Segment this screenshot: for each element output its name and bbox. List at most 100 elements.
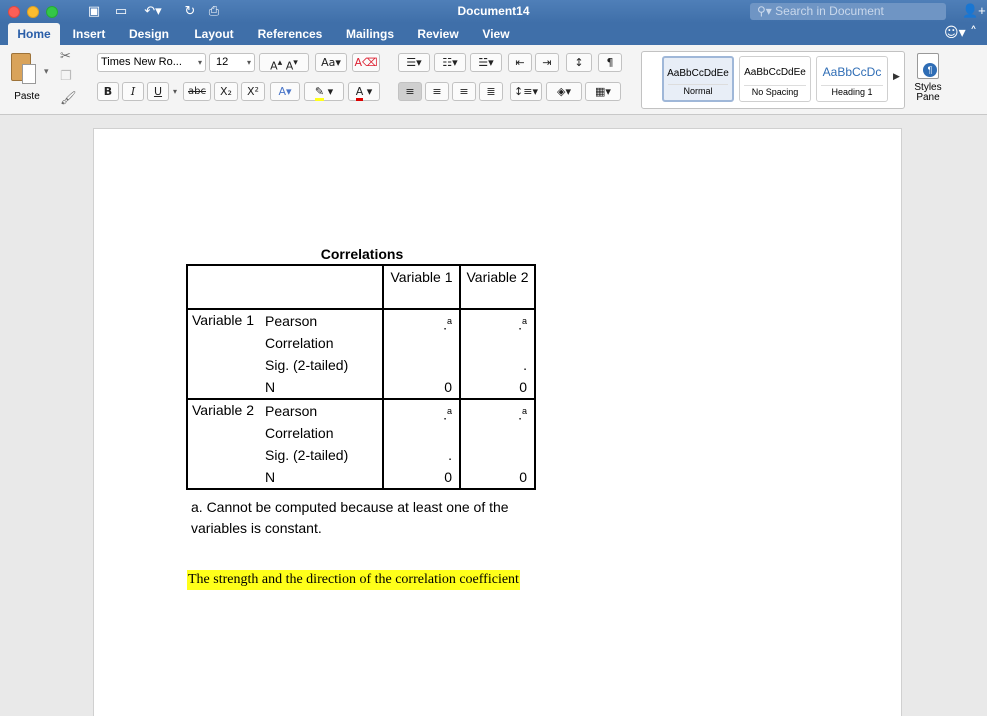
styles-gallery: AaBbCcDdEe Normal AaBbCcDdEe No Spacing … — [641, 51, 905, 109]
borders-icon[interactable]: ▦▾ — [585, 82, 621, 101]
styles-more-arrow-icon[interactable]: ▶ — [893, 72, 900, 82]
clear-formatting-icon[interactable]: A⌫ — [352, 53, 380, 72]
font-name-value: Times New Ro... — [101, 56, 182, 68]
numbering-icon[interactable]: ☷▾ — [434, 53, 466, 72]
copy-icon[interactable]: ❐ — [60, 69, 72, 84]
table-cell: 0 — [383, 376, 461, 399]
row-label: Variable 1 — [186, 308, 263, 399]
justify-icon[interactable]: ≣ — [479, 82, 503, 101]
style-name: No Spacing — [744, 85, 806, 98]
bold-button[interactable]: B — [97, 82, 119, 101]
underline-button[interactable]: U — [147, 82, 169, 101]
smiley-feedback-icon[interactable]: ☺▾ — [944, 25, 966, 41]
style-sample: AaBbCcDc — [822, 65, 882, 79]
title-bar: ▣ ▭ ↶▾ ↻ ⎙ Document14 ⚲▾ Search in Docum… — [0, 0, 987, 23]
style-heading-1[interactable]: AaBbCcDc Heading 1 — [816, 56, 888, 102]
styles-pane-label: Styles Pane — [914, 82, 942, 103]
style-sample: AaBbCcDdEe — [744, 67, 806, 78]
sort-icon[interactable]: ↕ — [566, 53, 592, 72]
increase-indent-icon[interactable]: ⇥ — [535, 53, 559, 72]
table-cell — [383, 354, 461, 376]
style-name: Heading 1 — [821, 85, 883, 98]
style-sample: AaBbCcDdEe — [667, 68, 729, 79]
table-footnote: a. Cannot be computed because at least o… — [191, 499, 509, 536]
share-user-icon[interactable]: 👤+ — [962, 3, 986, 19]
tab-review[interactable]: Review — [412, 23, 464, 45]
ribbon: Paste ▾ ✂ ❐ 🖌 Times New Ro... ▾ 12 ▾ A▴ … — [0, 45, 987, 115]
tab-mailings[interactable]: Mailings — [340, 23, 400, 45]
table-header-row: Variable 1 Variable 2 — [186, 264, 536, 310]
header-empty-cell — [186, 264, 384, 310]
style-normal[interactable]: AaBbCcDdEe Normal — [662, 56, 734, 102]
font-color-icon[interactable]: A ▾ — [348, 82, 380, 101]
stat-label: Sig. (2-tailed) — [263, 444, 384, 466]
footnote-marker: a — [446, 316, 452, 326]
stat-label: Pearson Correlation — [263, 398, 384, 444]
ribbon-tab-bar: Home Insert Design Layout References Mai… — [0, 23, 987, 45]
table-row: Variable 2 Pearson Correlation .a .a — [186, 398, 536, 490]
tab-home[interactable]: Home — [8, 23, 60, 45]
multilevel-list-icon[interactable]: ☱▾ — [470, 53, 502, 72]
italic-button[interactable]: I — [122, 82, 144, 101]
table-cell: 0 — [383, 466, 461, 490]
highlighted-text[interactable]: The strength and the direction of the co… — [187, 570, 520, 590]
align-left-icon[interactable]: ≡ — [398, 82, 422, 101]
row-label: Variable 2 — [186, 398, 263, 490]
change-case-icon[interactable]: Aa▾ — [315, 53, 347, 72]
stat-label: Pearson Correlation — [263, 308, 384, 354]
align-right-icon[interactable]: ≡ — [452, 82, 476, 101]
align-center-icon[interactable]: ≡ — [425, 82, 449, 101]
style-no-spacing[interactable]: AaBbCcDdEe No Spacing — [739, 56, 811, 102]
line-spacing-icon[interactable]: ↕≡▾ — [510, 82, 542, 101]
superscript-button[interactable]: X² — [241, 82, 265, 101]
tab-insert[interactable]: Insert — [68, 23, 110, 45]
text-effects-icon[interactable]: A▾ — [270, 82, 300, 101]
correlations-table: Variable 1 Variable 2 Variable 1 Pearson… — [186, 264, 536, 490]
stat-label: N — [263, 376, 384, 399]
table-row: Variable 1 Pearson Correlation .a .a — [186, 308, 536, 399]
shading-icon[interactable]: ◈▾ — [546, 82, 582, 101]
chevron-down-icon: ▾ — [197, 58, 202, 67]
table-cell — [460, 444, 536, 466]
decrease-indent-icon[interactable]: ⇤ — [508, 53, 532, 72]
search-placeholder: Search in Document — [775, 4, 884, 18]
collapse-ribbon-icon[interactable]: ˄ — [970, 25, 977, 41]
stat-label: N — [263, 466, 384, 490]
stat-label: Sig. (2-tailed) — [263, 354, 384, 376]
footnote-marker: a — [521, 406, 527, 416]
footnote-marker: a — [521, 316, 527, 326]
tab-layout[interactable]: Layout — [188, 23, 240, 45]
strikethrough-button[interactable]: abc — [183, 82, 211, 101]
highlight-color-icon[interactable]: ✎ ▾ — [304, 82, 344, 101]
styles-pane-icon: ¶ — [917, 53, 939, 79]
table-cell: 0 — [460, 466, 536, 490]
paste-button[interactable]: Paste — [7, 51, 47, 111]
tab-references[interactable]: References — [253, 23, 327, 45]
paste-options-chevron-icon[interactable]: ▾ — [44, 67, 49, 77]
table-cell: . — [383, 444, 461, 466]
show-formatting-marks-icon[interactable]: ¶ — [598, 53, 622, 72]
search-input[interactable]: ⚲▾ Search in Document — [750, 3, 946, 20]
subscript-button[interactable]: X₂ — [214, 82, 238, 101]
footnote-marker: a — [446, 406, 452, 416]
clipboard-icon — [11, 53, 36, 84]
tab-design[interactable]: Design — [124, 23, 174, 45]
font-size-value: 12 — [216, 56, 229, 68]
grow-shrink-font-buttons[interactable]: A▴ A▾ — [259, 53, 309, 73]
column-header: Variable 1 — [382, 264, 461, 310]
tab-view[interactable]: View — [476, 23, 516, 45]
styles-pane-button[interactable]: ¶ Styles Pane — [910, 53, 946, 103]
table-cell: .a — [383, 398, 461, 444]
format-painter-icon[interactable]: 🖌 — [60, 91, 77, 106]
table-cell: .a — [460, 308, 536, 354]
bullets-icon[interactable]: ☰▾ — [398, 53, 430, 72]
underline-options-chevron-icon[interactable]: ▾ — [169, 82, 181, 101]
chevron-down-icon: ▾ — [246, 58, 251, 67]
font-name-select[interactable]: Times New Ro... ▾ — [97, 53, 206, 72]
cut-icon[interactable]: ✂ — [60, 49, 71, 64]
search-icon: ⚲▾ — [757, 4, 776, 18]
table-cell: .a — [383, 308, 461, 354]
font-size-select[interactable]: 12 ▾ — [209, 53, 255, 72]
column-header: Variable 2 — [459, 264, 536, 310]
table-cell: .a — [460, 398, 536, 444]
